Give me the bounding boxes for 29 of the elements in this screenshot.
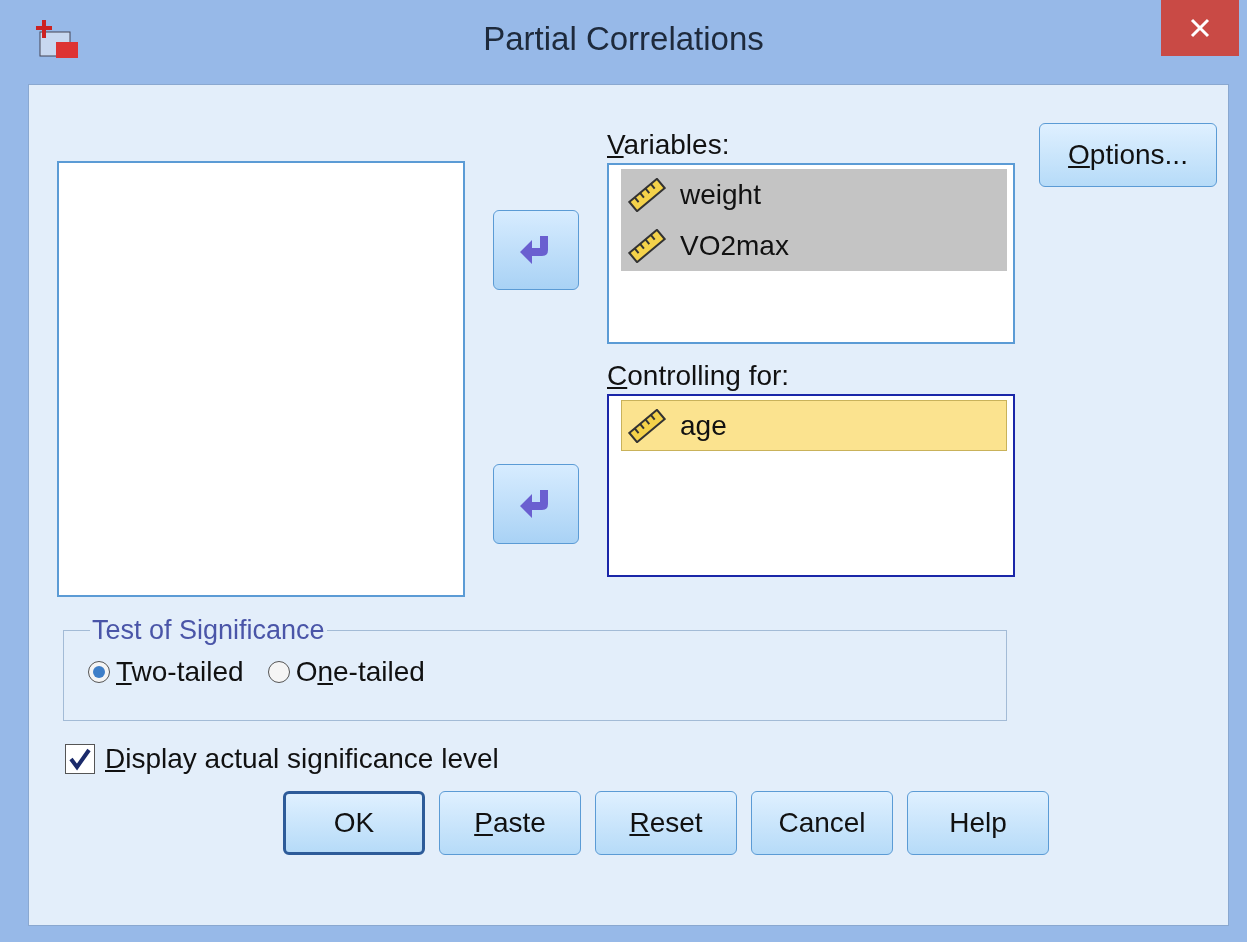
- variables-label: Variables:: [607, 128, 731, 161]
- variable-item[interactable]: VO2max: [621, 220, 1007, 271]
- check-icon: [68, 747, 92, 771]
- dialog-button[interactable]: Cancel: [751, 791, 893, 855]
- checkbox-label: Display actual significance level: [105, 743, 499, 775]
- group-title: Test of Significance: [91, 615, 326, 646]
- move-button[interactable]: [493, 464, 579, 544]
- window-title: Partial Correlations: [482, 20, 765, 58]
- dialog-button[interactable]: Reset: [595, 791, 737, 855]
- dialog-button[interactable]: Paste: [439, 791, 581, 855]
- variable-item[interactable]: age: [621, 400, 1007, 451]
- radio-option[interactable]: Two-tailed: [88, 656, 244, 688]
- options-button[interactable]: Options...: [1039, 123, 1217, 187]
- radio-button[interactable]: [267, 661, 290, 683]
- variable-name: VO2max: [680, 229, 789, 262]
- radio-option[interactable]: One-tailed: [267, 656, 425, 688]
- controlling-label: Controlling for:: [607, 359, 791, 392]
- variable-list[interactable]: age: [607, 394, 1015, 577]
- variable-name: age: [680, 409, 727, 442]
- move-button[interactable]: [493, 210, 579, 290]
- radio-button[interactable]: [88, 661, 110, 683]
- checkbox[interactable]: [65, 744, 95, 774]
- dialog-button[interactable]: Help: [907, 791, 1049, 855]
- close-button[interactable]: [1161, 0, 1239, 56]
- variable-name: weight: [680, 178, 761, 211]
- dialog-button[interactable]: OK: [283, 791, 425, 855]
- close-icon: [1190, 18, 1210, 38]
- variable-item[interactable]: weight: [621, 169, 1007, 220]
- variable-list[interactable]: weight VO2max: [607, 163, 1015, 344]
